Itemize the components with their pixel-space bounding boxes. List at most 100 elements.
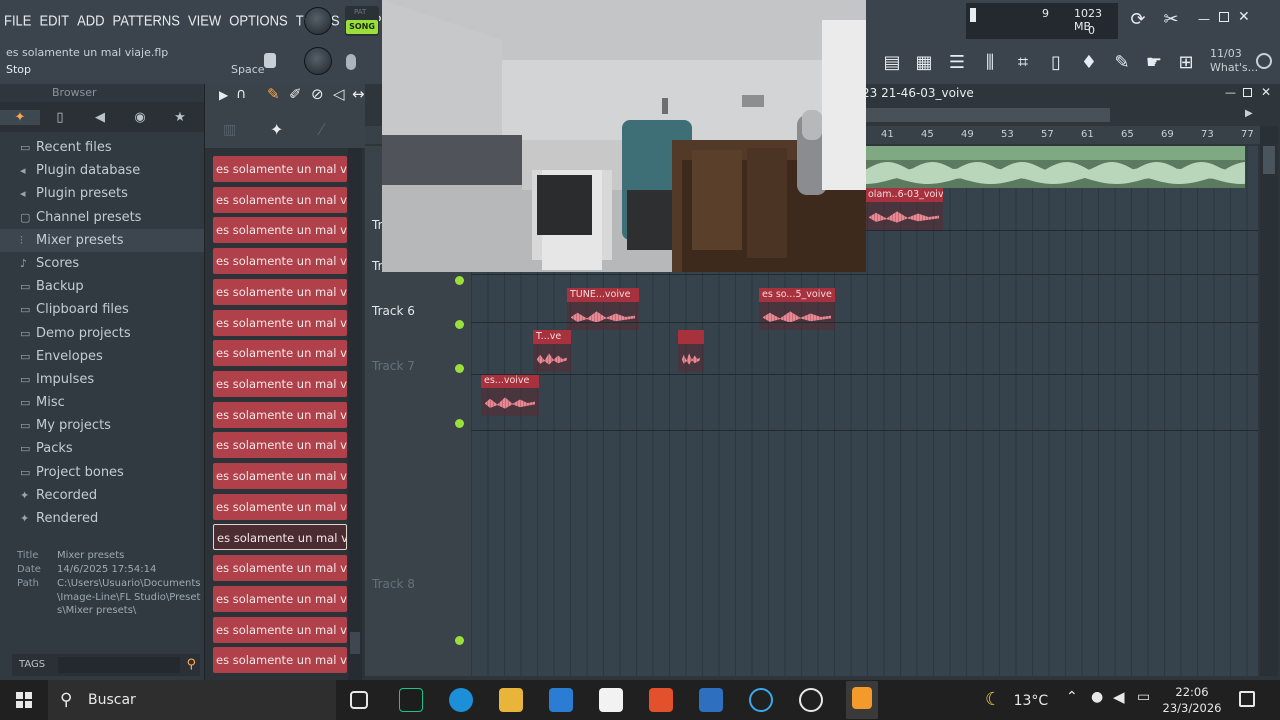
pl-close-icon[interactable]: ✕ bbox=[1261, 85, 1271, 99]
store-icon[interactable] bbox=[599, 688, 623, 712]
menu-add[interactable]: ADD bbox=[73, 11, 108, 28]
track-header[interactable]: Track 6 bbox=[365, 304, 471, 318]
audio-clip[interactable]: es so...5_voive bbox=[759, 288, 835, 330]
picker-scrollbar[interactable] bbox=[348, 148, 362, 680]
close-icon[interactable]: ✕ bbox=[1238, 9, 1250, 25]
track-header[interactable]: Track 8 bbox=[365, 577, 471, 591]
browser-item[interactable]: ▭ Clipboard files bbox=[0, 298, 204, 321]
browser-item[interactable]: ▭ Demo projects bbox=[0, 322, 204, 345]
browser-item[interactable]: ✦ Recorded bbox=[0, 484, 204, 507]
obs-icon[interactable] bbox=[799, 688, 823, 712]
pl-maximize-icon[interactable] bbox=[1243, 88, 1252, 97]
piano-roll-icon[interactable]: ☰ bbox=[943, 45, 971, 79]
edge-icon[interactable] bbox=[449, 688, 473, 712]
automation-icon[interactable]: ⁄ bbox=[320, 120, 323, 139]
picker-clip-item[interactable]: es solamente un mal viaj... bbox=[213, 278, 347, 305]
audio-clip[interactable]: es...voive bbox=[481, 374, 539, 416]
picker-clip-item[interactable]: es solamente un mal viaj... bbox=[213, 585, 347, 612]
browser-item[interactable]: ▭ Impulses bbox=[0, 368, 204, 391]
mixer-icon[interactable]: ⫼ bbox=[976, 45, 1004, 79]
picker-scroll-thumb[interactable] bbox=[350, 632, 360, 654]
track-enable-led[interactable] bbox=[455, 636, 464, 645]
browser-item[interactable]: ▭ My projects bbox=[0, 414, 204, 437]
fl-studio-taskbar-button[interactable] bbox=[846, 681, 878, 719]
touch-icon[interactable]: ☛ bbox=[1140, 45, 1168, 79]
microphone-icon[interactable]: ● bbox=[1091, 689, 1103, 705]
plugin-icon[interactable]: ♦ bbox=[1075, 45, 1103, 79]
file-explorer-icon[interactable] bbox=[499, 688, 523, 712]
picker-clip-item[interactable]: es solamente un mal viaj... bbox=[213, 156, 347, 182]
taskbar-search[interactable]: ⚲ Buscar bbox=[48, 680, 336, 720]
track-enable-led[interactable] bbox=[455, 276, 464, 285]
notification-icon[interactable] bbox=[1239, 691, 1255, 707]
picker-clip-item[interactable]: es solamente un mal viaj... bbox=[213, 248, 347, 275]
playlist-vscroll-thumb[interactable] bbox=[1263, 146, 1275, 174]
audio-clip[interactable]: olam..6-03_voive bbox=[865, 188, 943, 230]
track-enable-led[interactable] bbox=[455, 419, 464, 428]
browser-item[interactable]: ▭ Project bones bbox=[0, 461, 204, 484]
files-tab-icon[interactable]: ▯ bbox=[40, 110, 80, 125]
menu-view[interactable]: VIEW bbox=[184, 11, 225, 28]
browser-item[interactable]: ▭ Envelopes bbox=[0, 345, 204, 368]
mute-icon[interactable]: ◁ bbox=[333, 85, 345, 103]
picker-clip-item[interactable]: es solamente un mal viaj... bbox=[213, 401, 347, 428]
audio-clip-icon[interactable]: ✦ bbox=[270, 120, 283, 139]
scroll-right-icon[interactable]: ▶ bbox=[1245, 108, 1253, 119]
c-app-icon[interactable] bbox=[749, 688, 773, 712]
tray-overflow-icon[interactable]: ⌃ bbox=[1066, 689, 1078, 705]
main-pitch-knob[interactable] bbox=[304, 47, 332, 75]
picker-clip-item[interactable]: es solamente un mal viaj... bbox=[213, 647, 347, 674]
menu-options[interactable]: OPTIONS bbox=[225, 11, 292, 28]
news-panel[interactable]: 11/03 What's... bbox=[1210, 47, 1258, 75]
paint-icon[interactable]: ✐ bbox=[289, 85, 302, 103]
channel-rack-icon[interactable]: ⌗ bbox=[1009, 45, 1037, 79]
cut-tool-icon[interactable]: ✂ bbox=[1158, 9, 1184, 33]
outlook-icon[interactable] bbox=[549, 688, 573, 712]
audio-clip[interactable] bbox=[678, 330, 704, 372]
picker-clip-item[interactable]: es solamente un mal viaj... bbox=[213, 340, 347, 367]
picker-clip-item[interactable]: es solamente un mal viaj... bbox=[213, 555, 347, 582]
browser-item[interactable]: ⫶ Mixer presets bbox=[0, 228, 204, 252]
menu-edit[interactable]: EDIT bbox=[35, 11, 73, 28]
shop-icon[interactable]: ⊞ bbox=[1172, 45, 1200, 79]
delete-icon[interactable]: ⊘ bbox=[311, 85, 324, 103]
picker-clip-item[interactable]: es solamente un mal viaj... bbox=[213, 309, 347, 336]
browser-item[interactable]: ▢ Channel presets bbox=[0, 206, 204, 229]
horizontal-scrollbar[interactable] bbox=[865, 108, 1110, 122]
track-enable-led[interactable] bbox=[455, 320, 464, 329]
picker-clip-item[interactable]: es solamente un mal viaj... bbox=[213, 432, 347, 459]
brush-icon[interactable]: ✎ bbox=[1108, 45, 1136, 79]
playlist-icon[interactable]: ▤ bbox=[878, 45, 906, 79]
browser-item[interactable]: ▭ Misc bbox=[0, 391, 204, 414]
playlist-vscroll[interactable] bbox=[1260, 126, 1278, 676]
picker-clip-item[interactable]: es solamente un mal viaj... bbox=[213, 370, 347, 397]
tags-input[interactable] bbox=[58, 657, 180, 673]
menu-patterns[interactable]: PATTERNS bbox=[109, 11, 184, 28]
browser-item[interactable]: ◂ Plugin database bbox=[0, 159, 204, 182]
network-icon[interactable]: ▭ bbox=[1137, 689, 1150, 705]
green-audio-clip[interactable] bbox=[865, 146, 1245, 188]
restart-icon[interactable]: ⟳ bbox=[1125, 9, 1151, 33]
picker-clip-item[interactable]: es solamente un mal viaj... bbox=[213, 463, 347, 489]
minimize-icon[interactable]: — bbox=[1198, 12, 1210, 26]
pattern-icon[interactable]: ▥ bbox=[223, 122, 236, 138]
audio-clip[interactable]: TUNE...voive bbox=[567, 288, 639, 330]
picker-clip-item[interactable]: es solamente un mal viaj... bbox=[213, 616, 347, 643]
globe-icon[interactable] bbox=[1256, 53, 1272, 69]
windows-start-icon[interactable] bbox=[16, 692, 32, 708]
menu-file[interactable]: FILE bbox=[0, 11, 35, 28]
picker-clip-item[interactable]: es solamente un mal viaj... bbox=[213, 217, 347, 244]
play-arrow-icon[interactable]: ▶ bbox=[219, 88, 228, 102]
main-volume-knob[interactable] bbox=[304, 7, 332, 35]
browser-icon[interactable]: ▯ bbox=[1042, 45, 1070, 79]
brave-icon[interactable] bbox=[649, 688, 673, 712]
picker-clip-item[interactable]: es solamente un mal viaj... bbox=[213, 186, 347, 213]
picker-clip-item[interactable]: es solamente un mal viaj... bbox=[213, 493, 347, 520]
audio-tab-icon[interactable]: ◀ bbox=[80, 110, 120, 125]
picker-clip-item[interactable]: es solamente un mal viaj... bbox=[213, 524, 347, 551]
slip-icon[interactable]: ↔ bbox=[352, 85, 365, 103]
step-sequencer-icon[interactable]: ▦ bbox=[910, 45, 938, 79]
browser-item[interactable]: ▭ Backup bbox=[0, 275, 204, 298]
media-player-icon[interactable] bbox=[699, 688, 723, 712]
magnet-icon[interactable]: ∩ bbox=[236, 86, 246, 102]
